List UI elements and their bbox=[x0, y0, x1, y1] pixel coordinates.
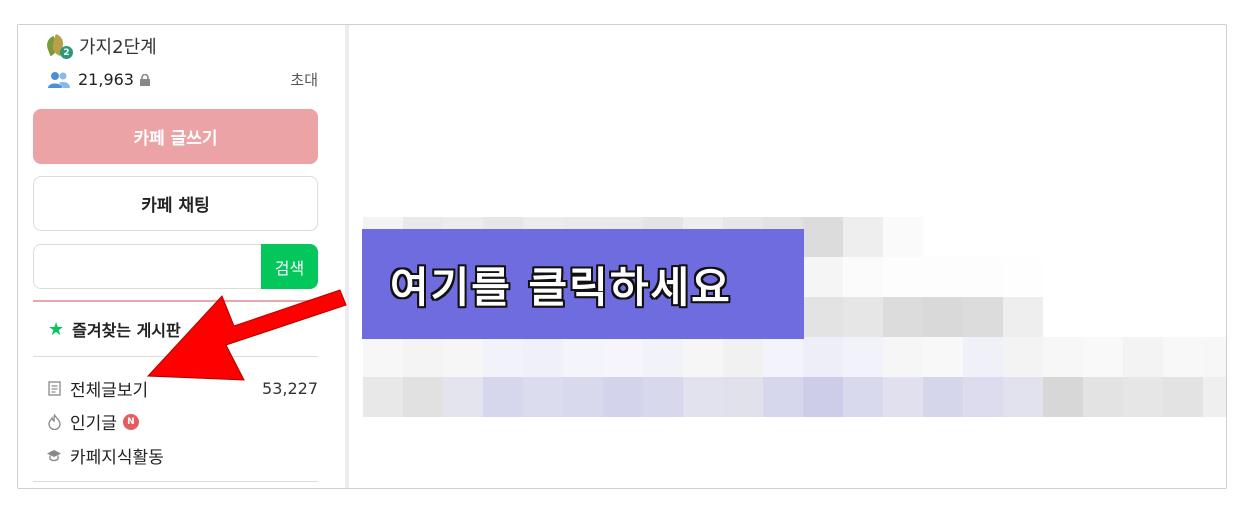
post-count: 53,227 bbox=[262, 379, 318, 398]
blur-cell bbox=[1083, 337, 1123, 377]
menu-item-all-posts[interactable]: 전체글보기 53,227 bbox=[46, 376, 318, 401]
blur-cell bbox=[843, 377, 883, 417]
search-button[interactable]: 검색 bbox=[261, 244, 318, 289]
blur-cell bbox=[803, 337, 843, 377]
blur-cell bbox=[963, 257, 1003, 297]
blur-cell bbox=[1203, 337, 1226, 377]
section-divider bbox=[33, 300, 318, 302]
blur-cell bbox=[403, 337, 443, 377]
blur-cell bbox=[963, 377, 1003, 417]
section-divider bbox=[33, 356, 318, 357]
menu-item-popular[interactable]: 인기글 N bbox=[46, 409, 318, 434]
cafe-level: 2 가지2단계 bbox=[44, 33, 157, 59]
blur-cell bbox=[1003, 257, 1043, 297]
blur-cell bbox=[483, 377, 523, 417]
blur-cell bbox=[443, 337, 483, 377]
blur-cell bbox=[563, 377, 603, 417]
blur-cell bbox=[843, 337, 883, 377]
blur-cell bbox=[603, 337, 643, 377]
blur-cell bbox=[1003, 377, 1043, 417]
member-info: 21,963 초대 bbox=[48, 69, 318, 90]
blur-cell bbox=[683, 377, 723, 417]
blur-cell bbox=[923, 297, 963, 337]
cafe-page-frame: 2 가지2단계 21,963 초대 카페 글쓰기 카페 채팅 검색 ★ 즐겨찾는… bbox=[17, 24, 1227, 489]
menu-item-label: 카페지식활동 bbox=[70, 448, 164, 468]
blur-cell bbox=[1163, 337, 1203, 377]
blur-cell bbox=[603, 377, 643, 417]
blur-cell bbox=[843, 217, 883, 257]
blur-cell bbox=[1043, 377, 1083, 417]
sprout-level-icon: 2 bbox=[44, 33, 73, 59]
blur-cell bbox=[403, 377, 443, 417]
blur-cell bbox=[523, 337, 563, 377]
menu-item-label: 인기글 bbox=[70, 414, 117, 434]
blur-cell bbox=[923, 257, 963, 297]
blur-cell bbox=[1003, 297, 1043, 337]
blur-cell bbox=[723, 377, 763, 417]
cafe-chat-button[interactable]: 카페 채팅 bbox=[33, 176, 318, 231]
cafe-sidebar: 2 가지2단계 21,963 초대 카페 글쓰기 카페 채팅 검색 ★ 즐겨찾는… bbox=[18, 25, 348, 488]
search-input[interactable] bbox=[33, 244, 261, 289]
blur-cell bbox=[963, 297, 1003, 337]
graduation-cap-icon bbox=[46, 448, 62, 464]
cafe-write-button[interactable]: 카페 글쓰기 bbox=[33, 109, 318, 164]
blur-cell bbox=[643, 337, 683, 377]
blur-cell bbox=[923, 337, 963, 377]
menu-item-label: 전체글보기 bbox=[70, 381, 149, 401]
blur-cell bbox=[563, 337, 603, 377]
blur-cell bbox=[363, 337, 403, 377]
blur-cell bbox=[883, 257, 923, 297]
invite-link[interactable]: 초대 bbox=[290, 69, 318, 90]
cafe-search: 검색 bbox=[33, 244, 318, 289]
blur-cell bbox=[763, 377, 803, 417]
blur-cell bbox=[1123, 377, 1163, 417]
blur-cell bbox=[1203, 377, 1226, 417]
blur-cell bbox=[643, 377, 683, 417]
blur-cell bbox=[803, 297, 843, 337]
click-here-callout[interactable]: 여기를 클릭하세요 bbox=[362, 229, 804, 339]
blur-cell bbox=[483, 337, 523, 377]
blur-cell bbox=[1003, 337, 1043, 377]
cafe-level-name: 가지2단계 bbox=[79, 37, 157, 58]
blur-cell bbox=[1123, 337, 1163, 377]
callout-text: 여기를 클릭하세요 bbox=[390, 262, 732, 312]
blur-cell bbox=[1043, 337, 1083, 377]
document-icon bbox=[46, 381, 62, 397]
blur-cell bbox=[883, 337, 923, 377]
blur-cell bbox=[803, 377, 843, 417]
member-count[interactable]: 21,963 bbox=[78, 70, 134, 89]
blur-cell bbox=[883, 377, 923, 417]
blur-cell bbox=[1163, 377, 1203, 417]
blur-cell bbox=[843, 257, 883, 297]
flame-icon bbox=[46, 413, 62, 430]
blur-cell bbox=[523, 377, 563, 417]
blur-cell bbox=[803, 257, 843, 297]
blur-cell bbox=[683, 337, 723, 377]
section-divider bbox=[33, 481, 318, 482]
blur-cell bbox=[803, 217, 843, 257]
lock-icon bbox=[139, 73, 150, 86]
blur-cell bbox=[363, 377, 403, 417]
blur-cell bbox=[963, 337, 1003, 377]
blur-cell bbox=[883, 297, 923, 337]
new-badge: N bbox=[122, 413, 139, 430]
favorite-boards-label: 즐겨찾는 게시판 bbox=[72, 321, 181, 340]
blur-cell bbox=[923, 377, 963, 417]
blur-cell bbox=[883, 217, 923, 257]
blur-cell bbox=[1083, 377, 1123, 417]
favorite-boards[interactable]: ★ 즐겨찾는 게시판 bbox=[48, 317, 181, 341]
users-icon bbox=[48, 71, 70, 88]
blur-cell bbox=[443, 377, 483, 417]
menu-item-knowledge[interactable]: 카페지식활동 bbox=[46, 443, 318, 468]
blur-cell bbox=[843, 297, 883, 337]
star-icon: ★ bbox=[48, 318, 65, 340]
blur-cell bbox=[763, 337, 803, 377]
blur-cell bbox=[723, 337, 763, 377]
